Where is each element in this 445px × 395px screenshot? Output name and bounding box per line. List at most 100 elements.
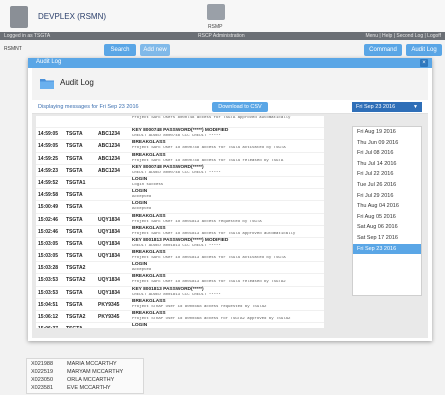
row-code: UQY1834 xyxy=(98,240,120,247)
table-row: 15:04:51 TSGTA PKY9345 BREAKGLASS Project ST… xyxy=(36,299,324,311)
date-select[interactable]: Fri Sep 23 2016 ▼ xyxy=(352,102,422,112)
date-option[interactable]: Thu Jun 09 2016 xyxy=(353,138,421,149)
table-row: 15:06:37 TSGTA LOGINAccepted xyxy=(36,323,324,328)
row-time: 15:04:51 xyxy=(38,301,59,308)
table-row: 15:03:53 TSGTA2 UQY1834 BREAKGLASS Project S… xyxy=(36,274,324,287)
row-code: UQY1834 xyxy=(98,253,120,260)
row-action-detail: Project SAFE User id 8001813 access for … xyxy=(132,280,286,285)
row-user: TSGTA2 xyxy=(66,277,86,284)
row-user: TSGTA xyxy=(66,228,83,235)
download-csv-button[interactable]: Download to CSV xyxy=(212,102,268,112)
row-user: TSGTA xyxy=(66,143,83,150)
row-action: BREAKGLASS Project SAFE User id 8000748 a… xyxy=(132,153,322,164)
date-option[interactable]: Fri Sep 23 2016 xyxy=(353,243,421,255)
audit-heading: Audit Log xyxy=(60,78,94,87)
row-action: Project SAFE Users 8000748 access for TS… xyxy=(132,116,322,121)
list-item[interactable]: X023581 EVE MCCARTHY xyxy=(31,385,139,393)
list-item-name: MARIA MCCARTHY xyxy=(67,361,117,367)
row-user: TSGTA xyxy=(66,216,83,223)
date-option[interactable]: Fri Jul 22 2016 xyxy=(353,169,421,180)
row-action: BREAKGLASS Project SAFE User id 8001813 a… xyxy=(132,214,322,225)
center-logo xyxy=(207,4,225,20)
table-row: 14:59:52 TSGTA1 LOGIN Login success xyxy=(36,177,324,190)
row-action-detail: Project SAFE User id 8001813 access requ… xyxy=(132,219,262,224)
row-time: 15:02:46 xyxy=(38,228,59,235)
row-action: BREAKGLASS Project SAFE User id 8001813 a… xyxy=(132,274,322,285)
row-action: LOGINAccepted xyxy=(132,189,322,200)
list-item-name: ORLA MCCARTHY xyxy=(67,377,115,383)
background-user-list: X021988 MARIA MCCARTHY X022519 MARYAM MCCAR… xyxy=(26,358,144,394)
row-code: UQY1834 xyxy=(98,289,120,296)
table-row: Project SAFE Users 8000748 access for TS… xyxy=(36,116,324,129)
list-item[interactable]: X021988 MARIA MCCARTHY xyxy=(31,361,139,369)
date-option[interactable]: Sat Aug 06 2016 xyxy=(353,222,421,233)
row-code: UQY1834 xyxy=(98,216,120,223)
table-row: 14:59:23 TSGTA ABC1234 KEY 8000748 PASSWORD… xyxy=(36,165,324,177)
audit-log-modal: Audit Log × Audit Log Displaying message… xyxy=(28,58,432,341)
row-action-detail: CREDIT ADDED 8000748 CCC CREDIT ***** xyxy=(132,134,221,139)
row-action: BREAKGLASS Project STRAP User id 8000468 … xyxy=(132,299,322,310)
table-row: 15:03:53 TSGTA UQY1834 KEY 8001813 PASSWORD… xyxy=(36,287,324,299)
date-option[interactable]: Fri Jul 29 2016 xyxy=(353,191,421,202)
audit-panel: Audit Log Displaying messages for Fri Se… xyxy=(32,68,428,338)
row-action: LOGINAccepted xyxy=(132,323,322,328)
row-action: BREAKGLASS Project SAFE User id 8000748 a… xyxy=(132,140,322,151)
status-mid: RSCP Administration xyxy=(198,33,245,39)
center-logo-label: RSMP xyxy=(208,24,223,30)
row-action-detail: CREDIT ADDED 8001813 CCC CREDIT ***** xyxy=(132,243,221,248)
row-user: TSGTA xyxy=(66,204,83,211)
row-action-detail: CREDIT ADDED 8001813 CCC CREDIT ***** xyxy=(132,292,221,297)
modal-titlebar: Audit Log × xyxy=(28,58,432,68)
row-time: 15:00:49 xyxy=(38,204,59,211)
date-option[interactable]: Fri Aug 19 2016 xyxy=(353,127,421,138)
list-item[interactable]: X022519 MARYAM MCCARTHY xyxy=(31,369,139,377)
row-action: KEY 8000748 PASSWORD(*****) MODIFIED CRED… xyxy=(132,128,322,139)
date-option[interactable]: Thu Jul 14 2016 xyxy=(353,159,421,170)
audit-log-button[interactable]: Audit Log xyxy=(406,44,442,56)
date-option[interactable]: Fri Jul 08 2016 xyxy=(353,148,421,159)
row-time: 14:59:52 xyxy=(38,179,59,186)
row-action: KEY 8001813 PASSWORD(*****) CREDIT ADDED … xyxy=(132,287,322,298)
modal-title: Audit Log xyxy=(36,59,62,65)
row-action-detail: Project SAFE Users 8000748 access for TS… xyxy=(132,116,291,120)
row-action: BREAKGLASS Project SAFE User id 8001813 a… xyxy=(132,226,322,237)
add-new-button[interactable]: Add new xyxy=(140,44,170,56)
row-code: PKY9345 xyxy=(98,314,120,320)
row-code: ABC1234 xyxy=(98,155,120,162)
row-time: 15:03:05 xyxy=(38,253,59,260)
command-button[interactable]: Command xyxy=(364,44,402,56)
date-option[interactable]: Thu Aug 04 2016 xyxy=(353,201,421,212)
row-action-detail: Project SAFE User id 8001813 access for … xyxy=(132,256,286,261)
date-option[interactable]: Sat Sep 17 2016 xyxy=(353,233,421,244)
row-time: 14:59:23 xyxy=(38,167,59,174)
row-action-detail: Accepted xyxy=(132,207,152,212)
row-code: ABC1234 xyxy=(98,143,120,150)
table-row: 15:03:05 TSGTA UQY1834 KEY 8001813 PASSWORD… xyxy=(36,238,324,251)
row-action-detail: Project STRAP User id 8000468 access req… xyxy=(132,304,267,309)
date-option[interactable]: Tue Jul 26 2016 xyxy=(353,180,421,191)
row-action: LOGIN Login success xyxy=(132,177,322,188)
row-action-detail: Project SAFE User id 8001813 access for … xyxy=(132,231,296,236)
table-row: 15:02:46 TSGTA UQY1834 BREAKGLASS Project SA… xyxy=(36,214,324,226)
panel-footer xyxy=(32,330,428,338)
table-row: 14:59:58 TSGTA LOGIN Accepted xyxy=(36,189,324,202)
status-left: Logged in as TSGTA xyxy=(4,33,51,39)
list-item[interactable]: X023050 ORLA MCCARTHY xyxy=(31,377,139,385)
row-code: ABC1234 xyxy=(98,131,120,138)
row-code: UQY1834 xyxy=(98,228,120,235)
row-time: 15:03:05 xyxy=(38,240,59,247)
row-user: TSGTA xyxy=(66,167,83,174)
row-action-title: LOGIN xyxy=(132,323,148,328)
row-action: BREAKGLASS Project STRAP User id 8000468 … xyxy=(132,311,322,322)
search-button[interactable]: Search xyxy=(104,44,136,56)
status-right-menu[interactable]: Menu | Help | Second Log | Logoff xyxy=(365,33,441,39)
close-button[interactable]: × xyxy=(420,59,428,67)
row-user: TSGTA1 xyxy=(66,179,86,186)
row-time: 15:03:53 xyxy=(38,289,59,296)
row-action-detail: Accepted xyxy=(132,195,152,200)
date-dropdown-list[interactable]: Fri Aug 19 2016 Thu Jun 09 2016 Fri Jul 08… xyxy=(352,126,422,296)
row-time: 15:02:46 xyxy=(38,216,59,223)
row-user: TSGTA xyxy=(66,155,83,162)
list-item-name: MARYAM MCCARTHY xyxy=(67,369,124,375)
date-option[interactable]: Fri Aug 05 2016 xyxy=(353,212,421,223)
